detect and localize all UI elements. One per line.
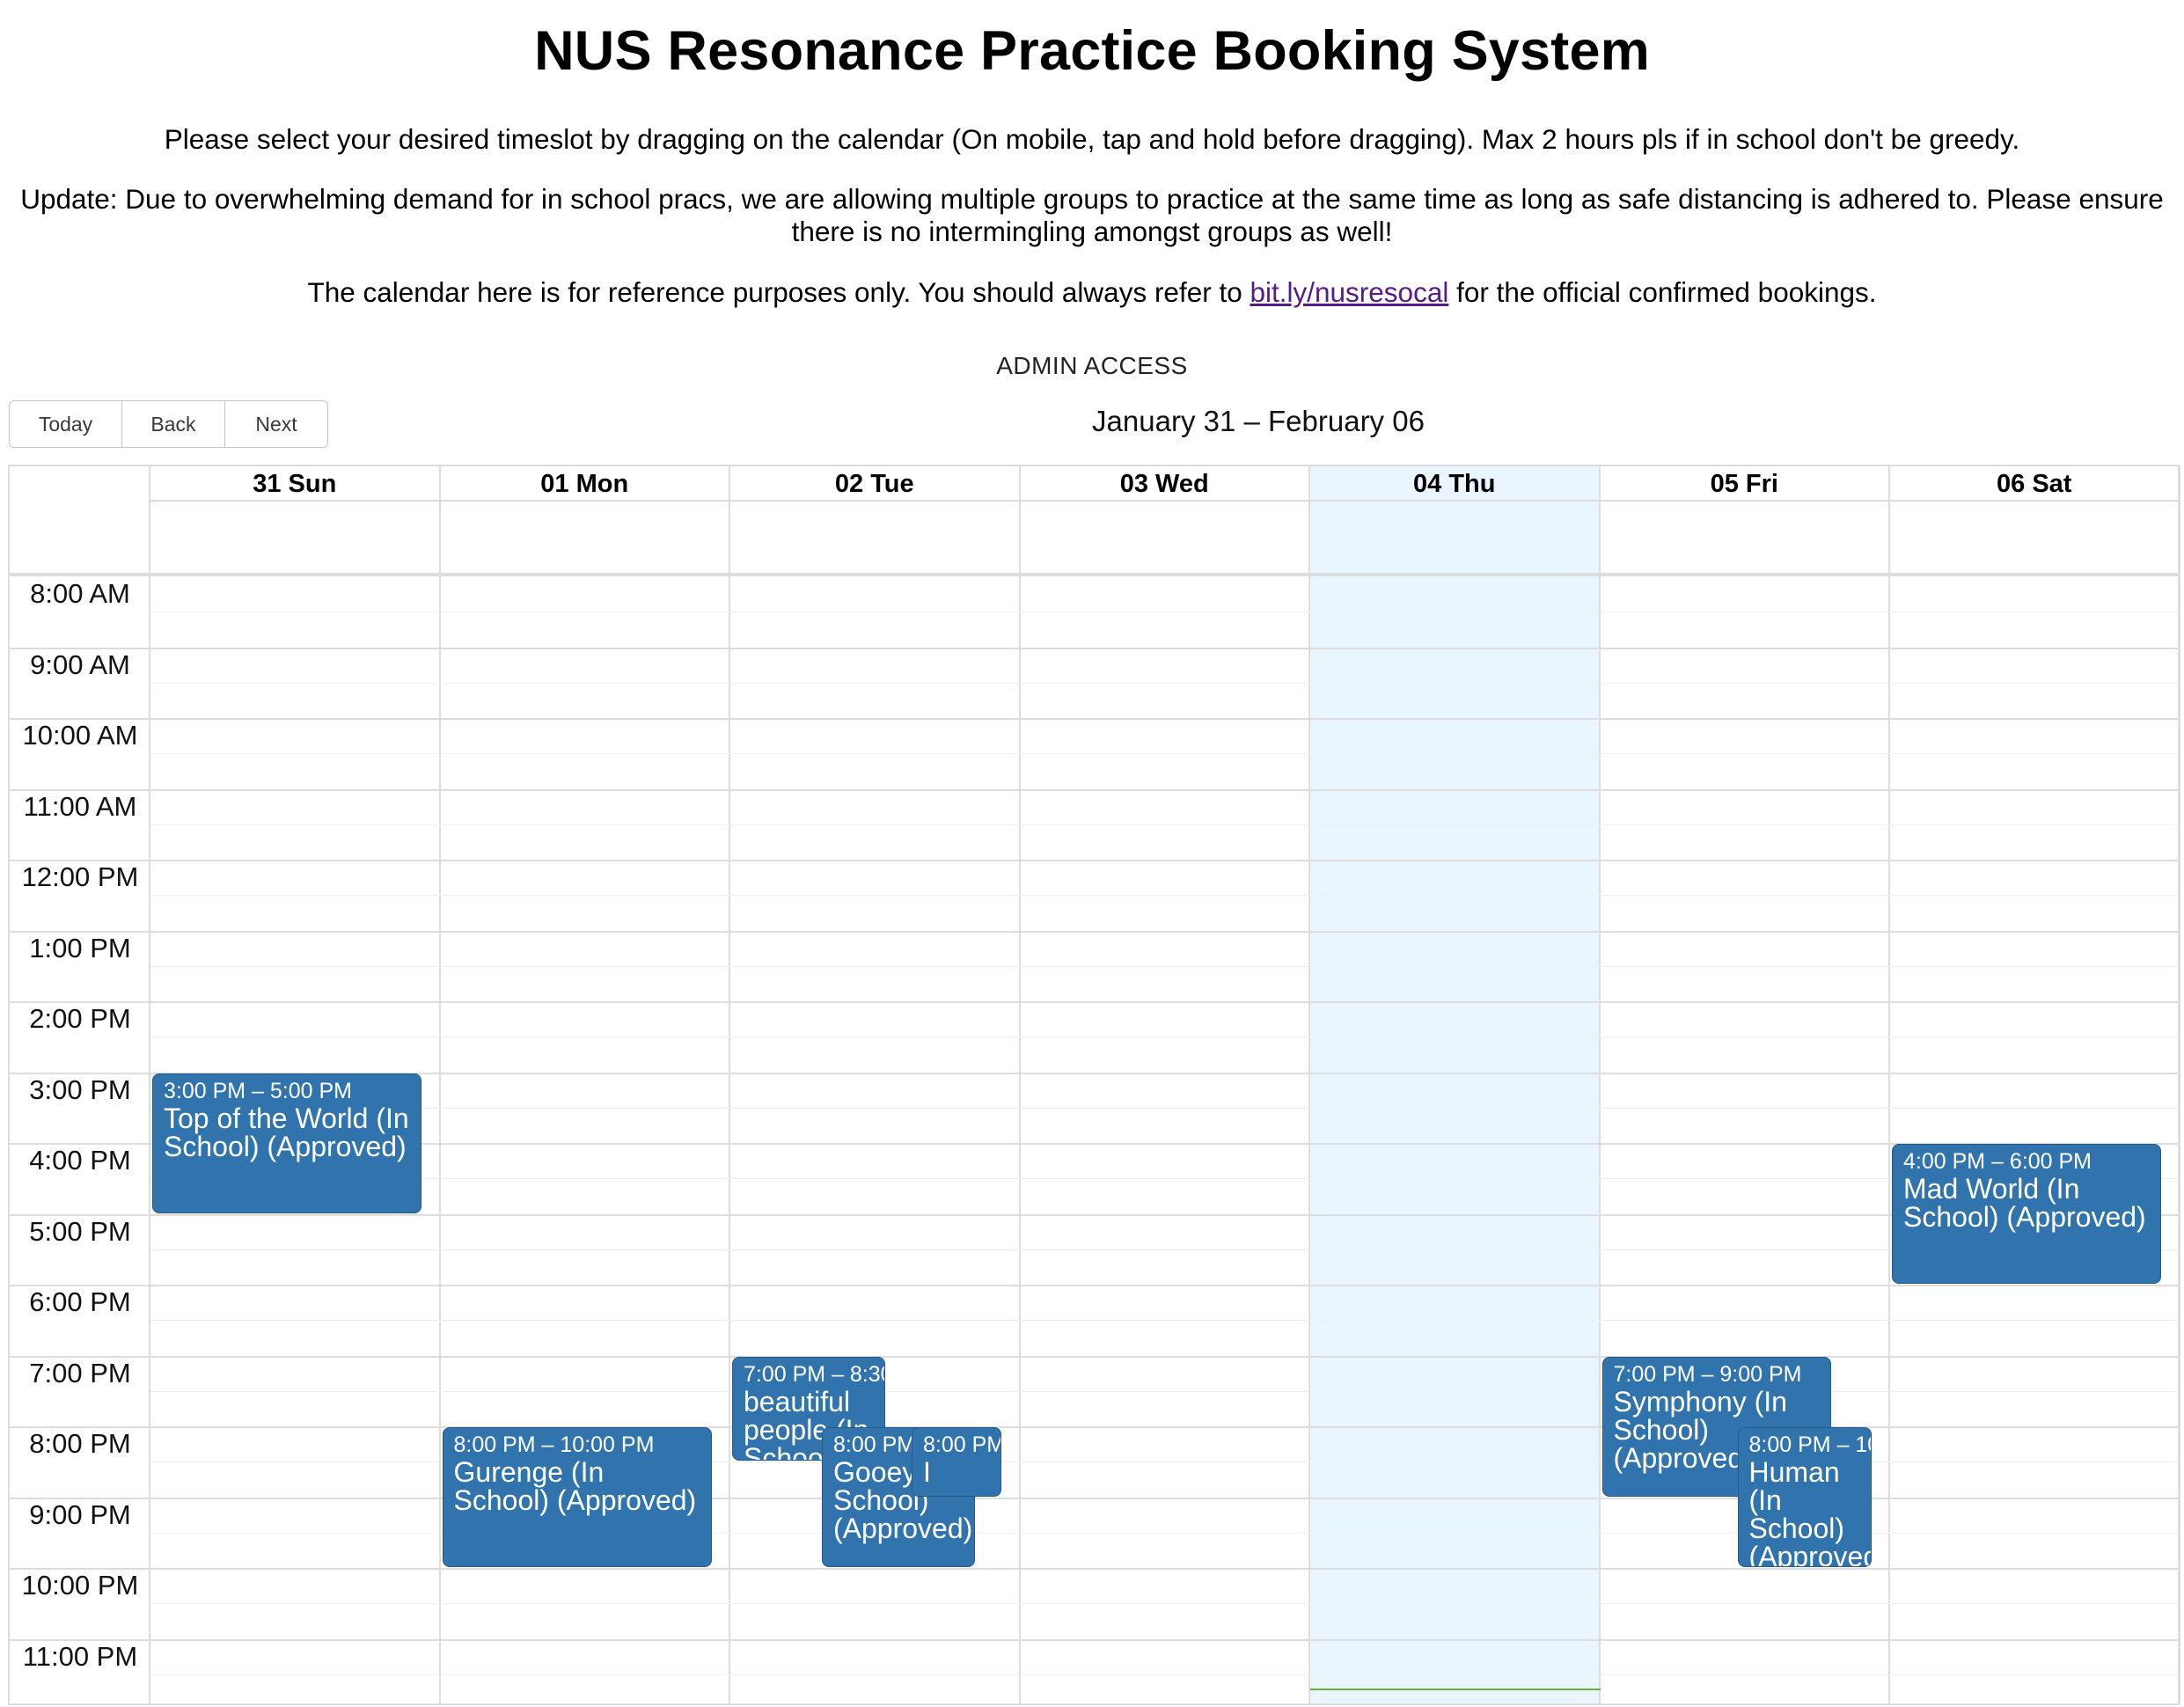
time-slot-label: 8:00 AM xyxy=(30,578,130,609)
week-calendar[interactable]: 31 Sun 01 Mon 02 Tue 03 Wed 04 Thu 05 Fri 06 S… xyxy=(8,465,2180,1705)
time-slot-label: 3:00 PM xyxy=(29,1073,131,1105)
update-notice: Update: Due to overwhelming demand for i… xyxy=(20,183,2164,247)
half-hour-line xyxy=(150,965,2178,967)
half-hour-line xyxy=(150,1674,2178,1675)
time-slot-label: 4:00 PM xyxy=(29,1145,131,1176)
day-header[interactable]: 05 Fri xyxy=(1600,466,1888,502)
event-title: Mad World (In School) (Approved) xyxy=(1903,1173,2146,1233)
hour-line xyxy=(10,930,2178,933)
day-header[interactable]: 01 Mon xyxy=(440,466,729,502)
time-slot-label: 9:00 AM xyxy=(30,648,130,680)
instructions-text: Please select your desired timeslot by d… xyxy=(164,123,2020,155)
event-time: 8:00 PM – 10:00 PM xyxy=(1748,1432,1871,1457)
current-time-indicator xyxy=(1310,1688,1601,1690)
hour-line xyxy=(10,1355,2178,1358)
header-divider xyxy=(10,573,2178,576)
reference-text-after: for the official confirmed bookings. xyxy=(1448,276,1877,308)
reference-text-before: The calendar here is for reference purpo… xyxy=(307,276,1250,308)
day-column[interactable]: 06 Sat xyxy=(1890,466,2180,1703)
hour-line xyxy=(10,1213,2178,1216)
half-hour-line xyxy=(150,1390,2178,1392)
day-header[interactable]: 31 Sun xyxy=(150,466,439,502)
time-slot-label: 7:00 PM xyxy=(29,1357,131,1388)
event-title: Gurenge (In School) (Approved) xyxy=(453,1456,697,1516)
hour-line xyxy=(10,860,2178,861)
booking-event[interactable]: 8:00 PM – 10:00 PM Gurenge (In School) (A… xyxy=(442,1427,712,1567)
hour-line xyxy=(10,1568,2178,1570)
back-button[interactable]: Back xyxy=(122,401,225,447)
hour-line xyxy=(10,1001,2178,1003)
hour-line xyxy=(10,647,2178,649)
event-time: 8:00 PM – 10:00 PM xyxy=(453,1432,655,1457)
booking-event[interactable]: 8:00 PM – 10:00 PMHuman (In School) (App… xyxy=(1737,1427,1872,1567)
half-hour-line xyxy=(150,753,2178,755)
event-title: Human (In School) (Approved) xyxy=(1748,1456,1871,1567)
navigation-button-group: Today Back Next xyxy=(9,400,328,448)
time-slot-label: 12:00 PM xyxy=(21,861,139,892)
next-button[interactable]: Next xyxy=(225,401,327,447)
booking-event[interactable]: 3:00 PM – 5:00 PM Top of the World (In Sc… xyxy=(152,1073,421,1213)
event-time: 4:00 PM – 6:00 PM xyxy=(1903,1149,2092,1174)
today-button[interactable]: Today xyxy=(10,401,122,447)
event-time: 8:00 PM – 9:00 PM xyxy=(923,1432,1000,1457)
day-header[interactable]: 03 Wed xyxy=(1020,466,1308,502)
time-slot-label: 2:00 PM xyxy=(29,1003,131,1034)
half-hour-line xyxy=(150,682,2178,684)
reference-notice: The calendar here is for reference purpo… xyxy=(18,276,2166,309)
time-slot-label: 10:00 PM xyxy=(21,1570,139,1601)
admin-access-link[interactable]: ADMIN ACCESS xyxy=(0,352,2184,380)
booking-event[interactable]: 8:00 PM – 9:00 PMI xyxy=(912,1427,1001,1497)
calendar-link[interactable]: bit.ly/nusresocal xyxy=(1250,276,1448,308)
time-slot-label: 11:00 PM xyxy=(22,1640,138,1672)
half-hour-line xyxy=(150,1320,2178,1322)
day-header[interactable]: 04 Thu xyxy=(1310,466,1599,502)
event-time: 7:00 PM – 9:00 PM xyxy=(1613,1361,1802,1387)
time-slot-label: 9:00 PM xyxy=(29,1498,131,1530)
hour-line xyxy=(10,718,2178,720)
half-hour-line xyxy=(150,1107,2178,1109)
hour-line xyxy=(10,1638,2178,1641)
page-title: NUS Resonance Practice Booking System xyxy=(534,20,1650,82)
time-slot-label: 8:00 PM xyxy=(29,1428,131,1459)
time-slot-label: 1:00 PM xyxy=(29,932,131,963)
half-hour-line xyxy=(150,824,2178,825)
event-title: Top of the World (In School) (Approved) xyxy=(164,1102,409,1162)
date-range-label: January 31 – February 06 xyxy=(1092,405,1425,437)
half-hour-line xyxy=(150,1249,2178,1250)
time-slot-label: 5:00 PM xyxy=(29,1215,131,1247)
hour-line xyxy=(10,788,2178,791)
event-time: 7:00 PM – 8:30 PM xyxy=(744,1361,884,1387)
day-column[interactable]: 04 Thu xyxy=(1310,466,1601,1703)
event-title: I xyxy=(923,1456,931,1488)
half-hour-line xyxy=(150,1178,2178,1180)
day-column[interactable]: 03 Wed xyxy=(1020,466,1310,1703)
event-time: 3:00 PM – 5:00 PM xyxy=(164,1078,353,1103)
day-header[interactable]: 02 Tue xyxy=(730,466,1019,502)
day-header[interactable]: 06 Sat xyxy=(1890,466,2179,502)
half-hour-line xyxy=(150,895,2178,897)
booking-event[interactable]: 4:00 PM – 6:00 PM Mad World (In School) (… xyxy=(1892,1144,2161,1284)
time-slot-label: 11:00 AM xyxy=(23,790,137,822)
time-slot-label: 6:00 PM xyxy=(29,1286,131,1317)
hour-line xyxy=(10,1285,2178,1286)
time-slot-label: 10:00 AM xyxy=(22,720,138,751)
half-hour-line xyxy=(150,1603,2178,1605)
